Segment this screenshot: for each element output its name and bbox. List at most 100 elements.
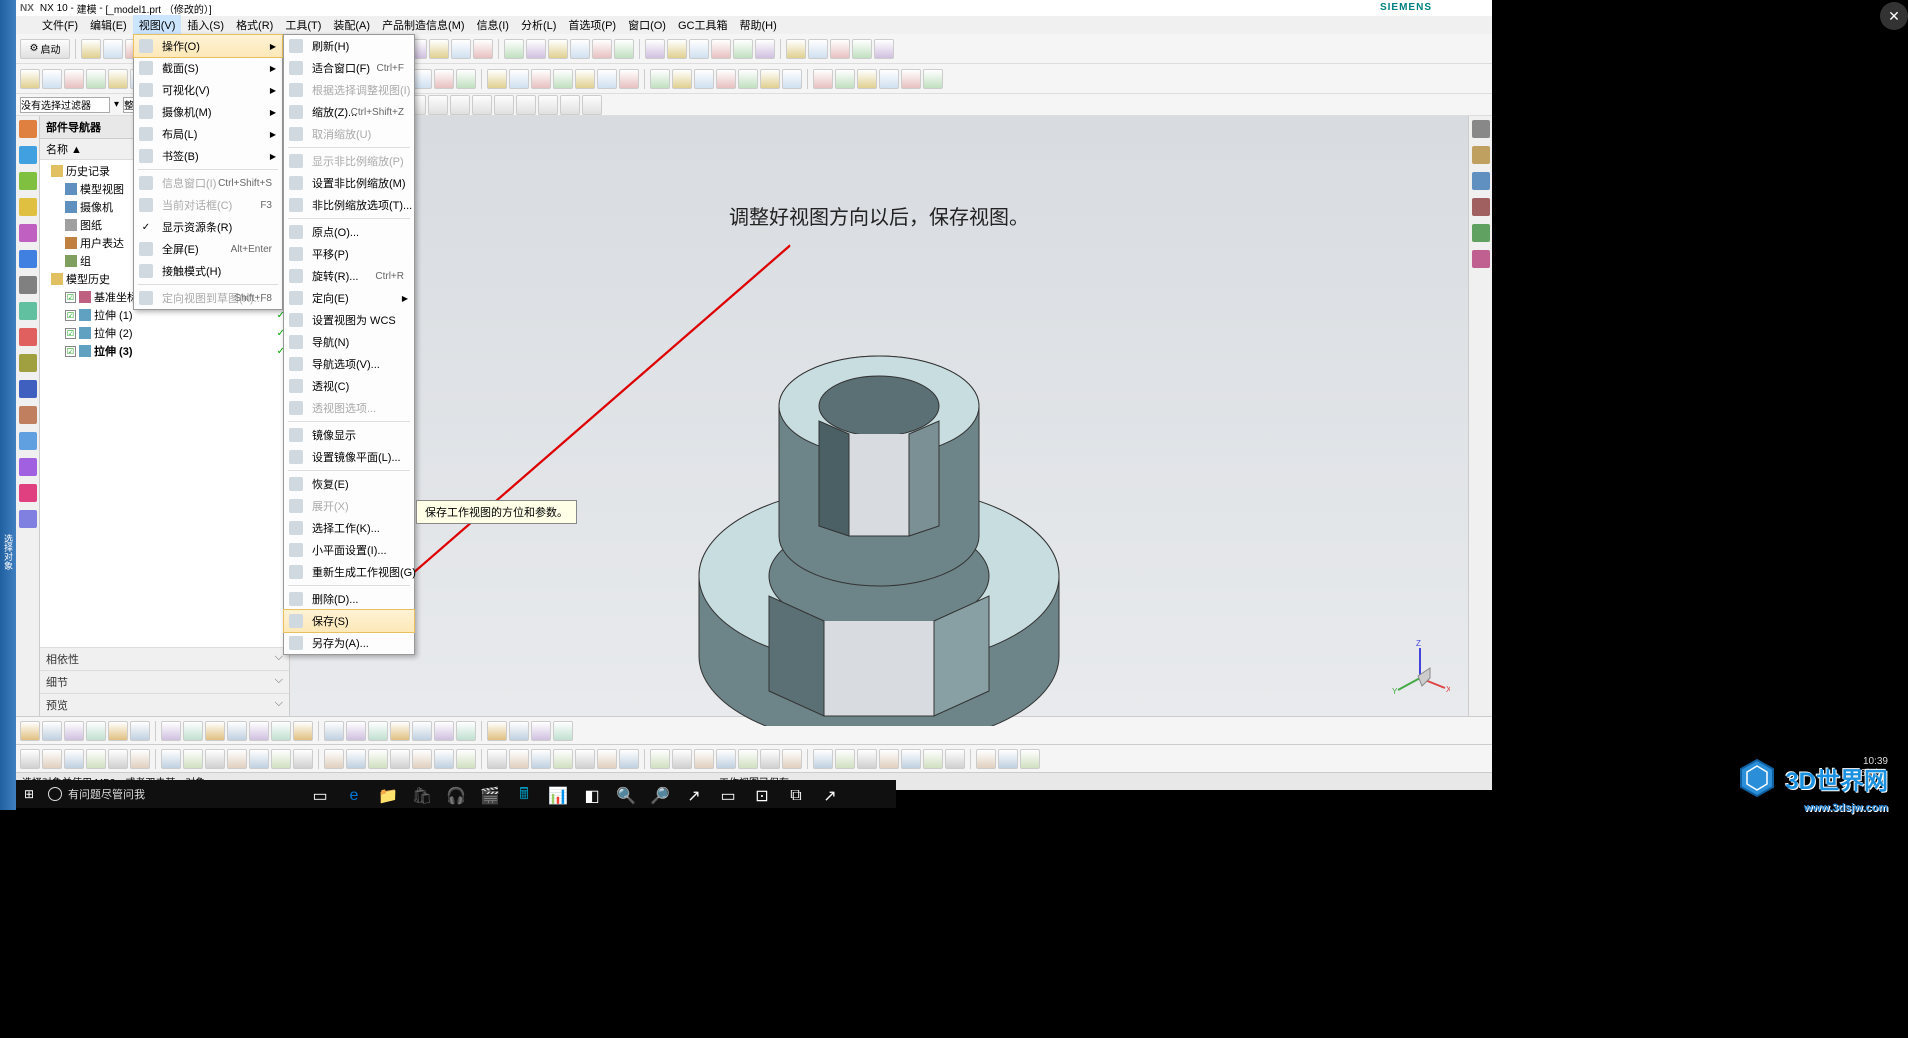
toolbar-button[interactable] (130, 721, 150, 741)
rail-icon[interactable] (19, 120, 37, 138)
toolbar-button[interactable] (874, 39, 894, 59)
tree-checkbox[interactable]: ☑ (65, 346, 76, 357)
start-button-windows[interactable]: ⊞ (20, 785, 38, 803)
toolbar-button[interactable] (64, 721, 84, 741)
menu-item[interactable]: 摄像机(M)▶ (134, 101, 282, 123)
toolbar-button[interactable] (412, 721, 432, 741)
rail-icon[interactable] (19, 406, 37, 424)
toolbar-button[interactable] (531, 721, 551, 741)
toolbar-button[interactable] (830, 39, 850, 59)
toolbar-button[interactable] (412, 749, 432, 769)
toolbar-button[interactable] (42, 749, 62, 769)
menu-4[interactable]: 格式(R) (230, 15, 279, 35)
menu-item[interactable]: 截面(S)▶ (134, 57, 282, 79)
toolbar-button[interactable] (205, 749, 225, 769)
toolbar-button[interactable] (945, 749, 965, 769)
menu-item[interactable]: 全屏(E)Alt+Enter (134, 238, 282, 260)
menu-item[interactable]: 平移(P) (284, 243, 414, 265)
selection-filter[interactable] (20, 97, 110, 113)
toolbar-button[interactable] (716, 749, 736, 769)
menu-item[interactable]: 布局(L)▶ (134, 123, 282, 145)
toolbar-button[interactable] (857, 69, 877, 89)
taskbar-app-icon[interactable]: e (344, 786, 364, 806)
toolbar-button[interactable] (879, 749, 899, 769)
rail-icon[interactable] (19, 224, 37, 242)
toolbar-button[interactable] (42, 69, 62, 89)
toolbar-button[interactable] (293, 749, 313, 769)
toolbar-button[interactable] (531, 69, 551, 89)
toolbar-button[interactable] (813, 749, 833, 769)
taskbar-app-icon[interactable]: 🔍 (616, 786, 636, 806)
toolbar-button[interactable] (835, 749, 855, 769)
menu-item[interactable]: 设置视图为 WCS (284, 309, 414, 331)
toolbar-button[interactable] (412, 69, 432, 89)
tree-row[interactable]: ☑拉伸 (2)✓ (42, 324, 287, 342)
toolbar-button[interactable] (451, 39, 471, 59)
filter-tool[interactable] (494, 95, 514, 115)
toolbar-button[interactable] (901, 749, 921, 769)
toolbar-button[interactable] (575, 69, 595, 89)
toolbar-button[interactable] (227, 721, 247, 741)
toolbar-button[interactable] (592, 39, 612, 59)
toolbar-button[interactable] (205, 721, 225, 741)
toolbar-button[interactable] (879, 69, 899, 89)
toolbar-button[interactable] (835, 69, 855, 89)
toolbar-button[interactable] (183, 749, 203, 769)
nav-section-相依性[interactable]: 相依性⌵ (40, 647, 289, 670)
graphics-viewport[interactable]: 调整好视图方向以后，保存视图。 (290, 116, 1468, 716)
taskbar-app-icon[interactable]: 🖩 (514, 786, 534, 806)
rail-icon[interactable] (19, 276, 37, 294)
menu-item[interactable]: 定向(E)▶ (284, 287, 414, 309)
rail-icon[interactable] (19, 510, 37, 528)
menu-10[interactable]: 首选项(P) (562, 15, 622, 35)
toolbar-button[interactable] (108, 721, 128, 741)
menu-item[interactable]: 选择工作(K)... (284, 517, 414, 539)
toolbar-button[interactable] (672, 749, 692, 769)
rail-icon[interactable] (19, 198, 37, 216)
menu-item[interactable]: ✓显示资源条(R) (134, 216, 282, 238)
toolbar-button[interactable] (716, 69, 736, 89)
toolbar-button[interactable] (227, 749, 247, 769)
menu-item[interactable]: 适合窗口(F)Ctrl+F (284, 57, 414, 79)
toolbar-button[interactable] (782, 69, 802, 89)
toolbar-button[interactable] (570, 39, 590, 59)
menu-item[interactable]: 镜像显示 (284, 424, 414, 446)
toolbar-button[interactable] (293, 721, 313, 741)
rail-icon[interactable] (19, 302, 37, 320)
nav-section-细节[interactable]: 细节⌵ (40, 670, 289, 693)
toolbar-button[interactable] (923, 69, 943, 89)
menu-5[interactable]: 工具(T) (279, 15, 327, 35)
toolbar-button[interactable] (738, 69, 758, 89)
tree-row[interactable]: ☑拉伸 (3)✓ (42, 342, 287, 360)
menu-0[interactable]: 文件(F) (36, 15, 84, 35)
menu-11[interactable]: 窗口(O) (622, 15, 672, 35)
menu-12[interactable]: GC工具箱 (672, 15, 734, 35)
filter-tool[interactable] (472, 95, 492, 115)
toolbar-button[interactable] (597, 69, 617, 89)
toolbar-button[interactable] (553, 69, 573, 89)
toolbar-button[interactable] (434, 69, 454, 89)
toolbar-button[interactable] (672, 69, 692, 89)
menu-item[interactable]: 删除(D)... (284, 588, 414, 610)
toolbar-button[interactable] (487, 721, 507, 741)
menu-1[interactable]: 编辑(E) (84, 15, 133, 35)
toolbar-button[interactable] (782, 749, 802, 769)
toolbar-button[interactable] (86, 721, 106, 741)
menu-8[interactable]: 信息(I) (471, 15, 515, 35)
filter-tool[interactable] (538, 95, 558, 115)
tree-checkbox[interactable]: ☑ (65, 310, 76, 321)
toolbar-button[interactable] (473, 39, 493, 59)
toolbar-button[interactable] (923, 749, 943, 769)
menu-item[interactable]: 刷新(H) (284, 35, 414, 57)
taskbar-app-icon[interactable]: ↗ (684, 786, 704, 806)
toolbar-button[interactable] (20, 749, 40, 769)
toolbar-button[interactable] (755, 39, 775, 59)
rail-icon[interactable] (1472, 172, 1490, 190)
taskbar-app-icon[interactable]: 🔎 (650, 786, 670, 806)
menu-9[interactable]: 分析(L) (515, 15, 562, 35)
toolbar-button[interactable] (64, 749, 84, 769)
toolbar-button[interactable] (667, 39, 687, 59)
toolbar-button[interactable] (249, 749, 269, 769)
rail-icon[interactable] (19, 380, 37, 398)
taskbar-app-icon[interactable]: ▭ (310, 786, 330, 806)
